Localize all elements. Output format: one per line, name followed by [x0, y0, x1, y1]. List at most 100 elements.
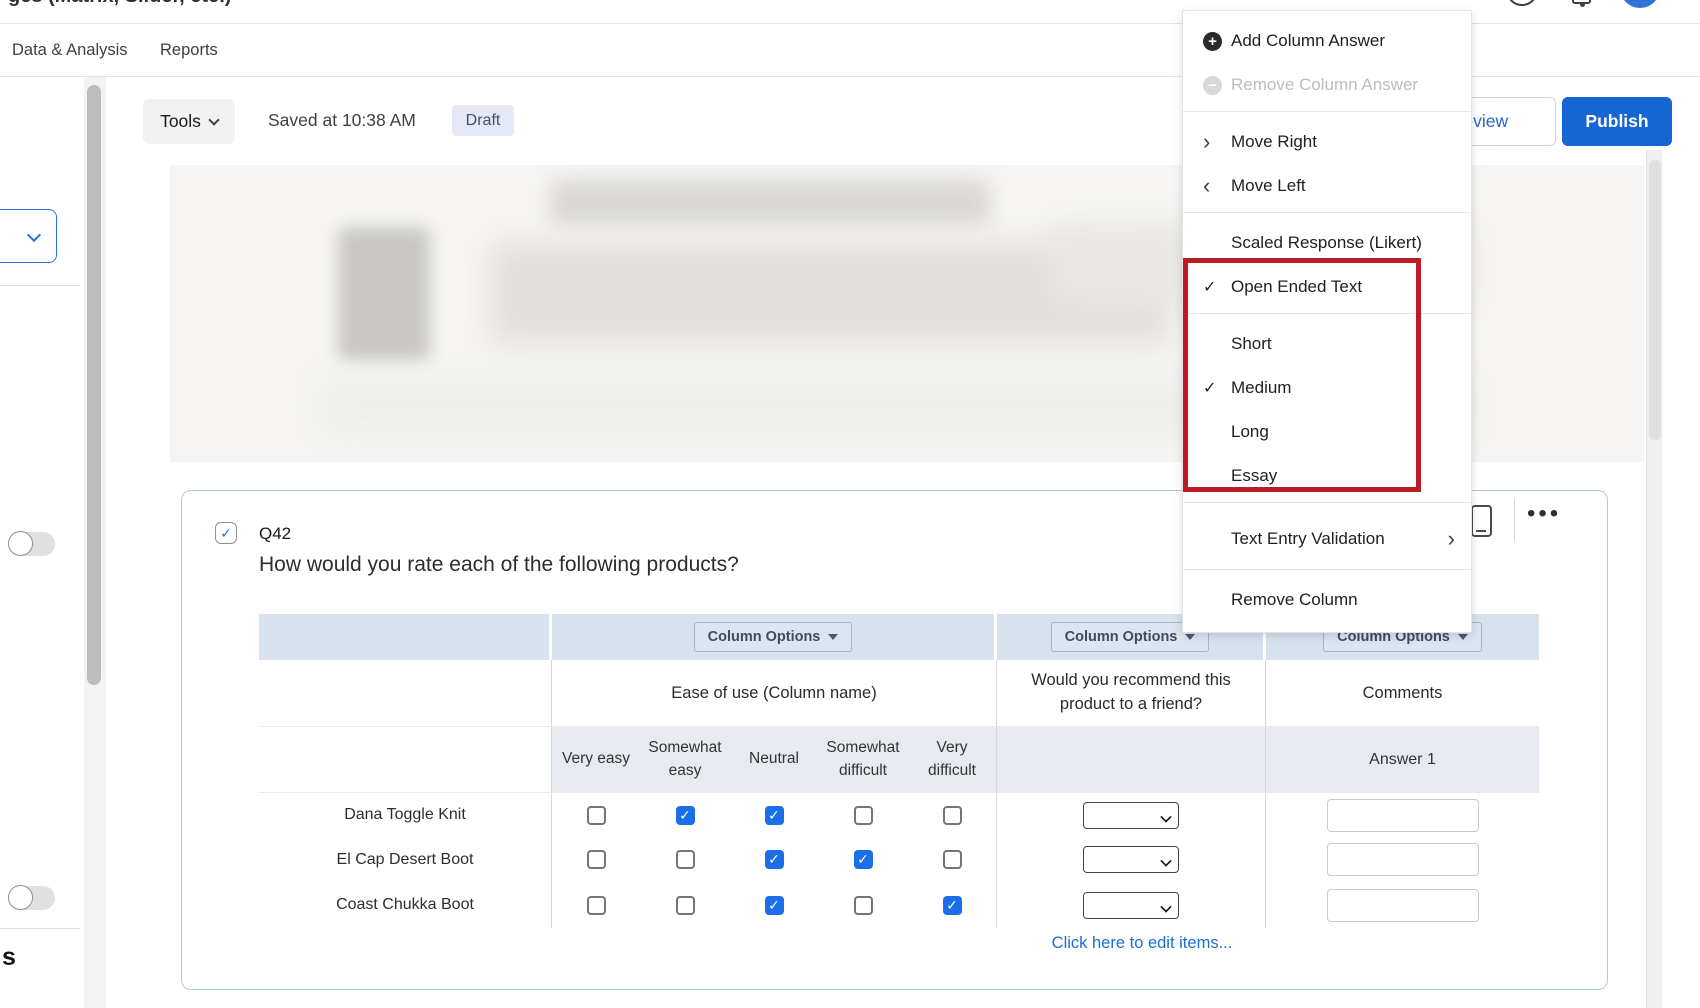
sidebar-toggle-1[interactable] — [8, 532, 55, 556]
device-preview-icon[interactable] — [1471, 505, 1492, 537]
matrix-checkbox-r2-c1-unchecked[interactable] — [587, 850, 606, 869]
plus-circle-icon: + — [1203, 32, 1231, 51]
tab-data-and-analysis[interactable]: Data & Analysis — [12, 24, 128, 77]
sidebar-label-fragment: s — [2, 943, 16, 972]
matrix-checkbox-r1-c1-unchecked[interactable] — [587, 806, 606, 825]
name-cell-empty — [259, 660, 552, 727]
menu-item-remove-column[interactable]: Remove Column — [1183, 578, 1471, 622]
matrix-checkbox-r1-c5-unchecked[interactable] — [943, 806, 962, 825]
matrix-checkbox-r3-c3-checked[interactable]: ✓ — [765, 896, 784, 915]
sidebar-scrollbar[interactable] — [84, 77, 106, 1008]
row-label-el-cap-desert-boot: El Cap Desert Boot — [259, 837, 552, 882]
matrix-data-row: El Cap Desert Boot ✓ ✓ — [259, 837, 1539, 882]
dropdown-arrow-icon — [1458, 634, 1468, 640]
divider — [0, 285, 80, 286]
divider — [0, 928, 80, 929]
check-icon: ✓ — [1203, 277, 1216, 297]
comment-input-r2[interactable] — [1327, 843, 1479, 876]
sidebar-toggle-2[interactable] — [8, 886, 55, 910]
menu-item-label: Medium — [1231, 378, 1291, 398]
menu-item-label: Open Ended Text — [1231, 277, 1362, 297]
publish-button[interactable]: Publish — [1562, 97, 1672, 146]
column-name-ease[interactable]: Ease of use (Column name) — [552, 660, 997, 727]
menu-item-open-ended-text[interactable]: ✓ Open Ended Text — [1183, 265, 1471, 309]
scale-point-label[interactable]: Somewhat difficult — [819, 727, 908, 792]
tools-button[interactable]: Tools — [143, 99, 235, 144]
notifications-bell-icon[interactable] — [1572, 0, 1591, 4]
matrix-checkbox-r3-c5-checked[interactable]: ✓ — [943, 896, 962, 915]
menu-item-add-column-answer[interactable]: +Add Column Answer — [1183, 19, 1471, 63]
checkbox-group: ✓✓ — [552, 793, 997, 837]
blur-blob — [338, 227, 430, 361]
menu-item-label: Scaled Response (Likert) — [1231, 233, 1422, 253]
question-text[interactable]: How would you rate each of the following… — [259, 553, 739, 577]
menu-item-label: Short — [1231, 334, 1272, 354]
answer-header-cell[interactable]: Answer 1 — [1266, 727, 1539, 793]
tools-label: Tools — [160, 111, 201, 132]
chevron-left-icon: ‹ — [1203, 175, 1231, 197]
scale-point-label[interactable]: Somewhat easy — [641, 727, 730, 792]
menu-item-move-left[interactable]: ‹ Move Left — [1183, 164, 1471, 208]
chevron-right-icon: › — [1448, 526, 1455, 552]
scale-point-label[interactable]: Neutral — [730, 727, 819, 792]
comment-input-r1[interactable] — [1327, 799, 1479, 832]
column-name-recommend[interactable]: Would you recommend this product to a fr… — [997, 660, 1266, 727]
scale-point-label[interactable]: Very difficult — [908, 727, 997, 792]
comment-input-r3[interactable] — [1327, 889, 1479, 922]
menu-item-label: Move Left — [1231, 176, 1306, 196]
scale-cell-recommend-empty — [997, 727, 1266, 793]
chevron-down-icon — [27, 228, 41, 242]
matrix-checkbox-r1-c2-checked[interactable]: ✓ — [676, 806, 695, 825]
menu-item-move-right[interactable]: ›Move Right — [1183, 120, 1471, 164]
menu-item-label: Remove Column Answer — [1231, 75, 1418, 95]
menu-item-short[interactable]: Short — [1183, 322, 1471, 366]
menu-item-long[interactable]: Long — [1183, 410, 1471, 454]
chevron-down-icon — [208, 114, 219, 125]
chevron-right-icon: › — [1203, 131, 1210, 153]
menu-item-medium[interactable]: ✓Medium — [1183, 366, 1471, 410]
divider — [1514, 499, 1515, 541]
menu-item-scaled-response-likert-[interactable]: Scaled Response (Likert) — [1183, 221, 1471, 265]
user-avatar[interactable] — [1620, 0, 1660, 8]
tab-reports[interactable]: Reports — [160, 24, 218, 77]
recommend-dropdown-r1[interactable] — [1083, 802, 1179, 829]
menu-separator — [1183, 111, 1471, 112]
help-icon[interactable] — [1506, 0, 1538, 6]
matrix-checkbox-r3-c1-unchecked[interactable] — [587, 896, 606, 915]
comment-cell — [1266, 793, 1539, 837]
recommend-dropdown-r2[interactable] — [1083, 846, 1179, 873]
scale-points-cell: Very easySomewhat easyNeutralSomewhat di… — [552, 727, 997, 793]
matrix-checkbox-r1-c3-checked[interactable]: ✓ — [765, 806, 784, 825]
matrix-checkbox-r1-c4-unchecked[interactable] — [854, 806, 873, 825]
question-select-checkbox[interactable]: ✓ — [215, 522, 237, 544]
recommend-dropdown-r3[interactable] — [1083, 892, 1179, 919]
edit-items-link[interactable]: Click here to edit items... — [982, 934, 1302, 953]
scrollbar-thumb[interactable] — [87, 85, 101, 685]
menu-separator — [1183, 502, 1471, 503]
menu-item-label: Text Entry Validation — [1231, 529, 1385, 549]
dropdown-cell — [997, 882, 1266, 928]
column-options-label: Column Options — [708, 629, 821, 645]
matrix-checkbox-r3-c2-unchecked[interactable] — [676, 896, 695, 915]
minus-circle-icon: − — [1203, 76, 1231, 95]
sidebar-dropdown-button[interactable] — [0, 209, 57, 263]
matrix-data-row: Coast Chukka Boot✓✓ — [259, 882, 1539, 928]
more-options-icon[interactable]: ••• — [1527, 500, 1561, 528]
menu-item-essay[interactable]: Essay — [1183, 454, 1471, 498]
scrollbar-thumb[interactable] — [1649, 160, 1661, 440]
check-icon: ✓ — [1203, 277, 1231, 297]
chevron-right-icon: › — [1203, 131, 1231, 153]
column-name-comments[interactable]: Comments — [1266, 660, 1539, 727]
matrix-checkbox-r2-c3-checked[interactable]: ✓ — [765, 850, 784, 869]
chevron-left-icon: ‹ — [1203, 175, 1210, 197]
matrix-checkbox-r2-c5-unchecked[interactable] — [943, 850, 962, 869]
matrix-checkbox-r2-c4-checked[interactable]: ✓ — [854, 850, 873, 869]
scale-point-label[interactable]: Very easy — [552, 727, 641, 792]
left-sidebar: s — [0, 77, 80, 1008]
column-options-button-ease[interactable]: Column Options — [694, 622, 853, 652]
matrix-checkbox-r2-c2-unchecked[interactable] — [676, 850, 695, 869]
page-scrollbar[interactable] — [1646, 150, 1662, 1008]
menu-item-text-entry-validation[interactable]: Text Entry Validation › — [1183, 513, 1471, 565]
menu-separator — [1183, 212, 1471, 213]
matrix-checkbox-r3-c4-unchecked[interactable] — [854, 896, 873, 915]
